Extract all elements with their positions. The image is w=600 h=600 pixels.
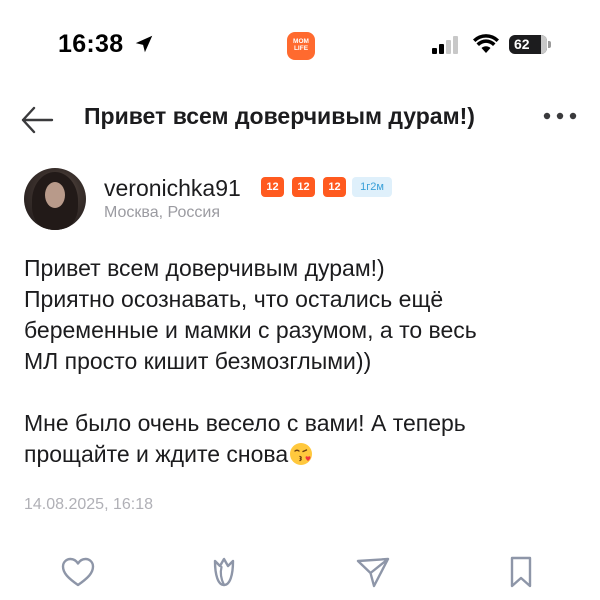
like-heart-icon[interactable] [59,553,97,591]
more-options-icon[interactable] [542,110,578,122]
post-body: Привет всем доверчивым дурам!) Приятно о… [24,253,584,470]
username[interactable]: veronichka91 [104,175,241,202]
page-title: Привет всем доверчивым дурам!) [84,103,475,129]
user-badge-3[interactable]: 12 [323,177,346,197]
avatar-face [45,182,65,208]
user-badge-1[interactable]: 12 [261,177,284,197]
user-badge-2[interactable]: 12 [292,177,315,197]
battery-indicator: 62 [509,35,551,54]
status-time: 16:38 [58,30,124,58]
app-logo-line2: LIFE [293,45,309,52]
post-line: МЛ просто кишит безмозглыми)) [24,348,372,374]
app-logo-line1: MOM [293,38,309,45]
app-logo-icon: MOM LIFE [287,32,315,60]
status-bar: 16:38 MOM LIFE 62 [0,0,600,90]
post-timestamp: 14.08.2025, 16:18 [24,496,154,513]
post-line-text: прощайте и ждите снова [24,441,289,467]
face-blowing-kiss-icon [290,443,313,465]
post-line-with-emoji: прощайте и ждите снова [24,439,584,470]
avatar[interactable] [24,168,86,230]
post-line: Привет всем доверчивым дурам!) [24,255,385,281]
share-send-icon[interactable] [354,553,392,591]
post-line: Мне было очень весело с вами! А теперь [24,410,466,436]
battery-level: 62 [514,36,530,52]
location-arrow-icon [135,35,153,53]
user-location: Москва, Россия [104,204,220,221]
wifi-icon [473,34,499,53]
battery-empty-segment [541,35,547,54]
cellular-signal-icon [432,36,458,54]
back-arrow-icon[interactable] [20,104,54,136]
flower-gift-icon[interactable] [205,553,243,591]
post-line: Приятно осознавать, что остались ещё [24,286,444,312]
bookmark-icon[interactable] [502,553,540,591]
post-line: беременные и мамки с разумом, а то весь [24,317,477,343]
account-age-badge: 1г2м [352,177,392,197]
